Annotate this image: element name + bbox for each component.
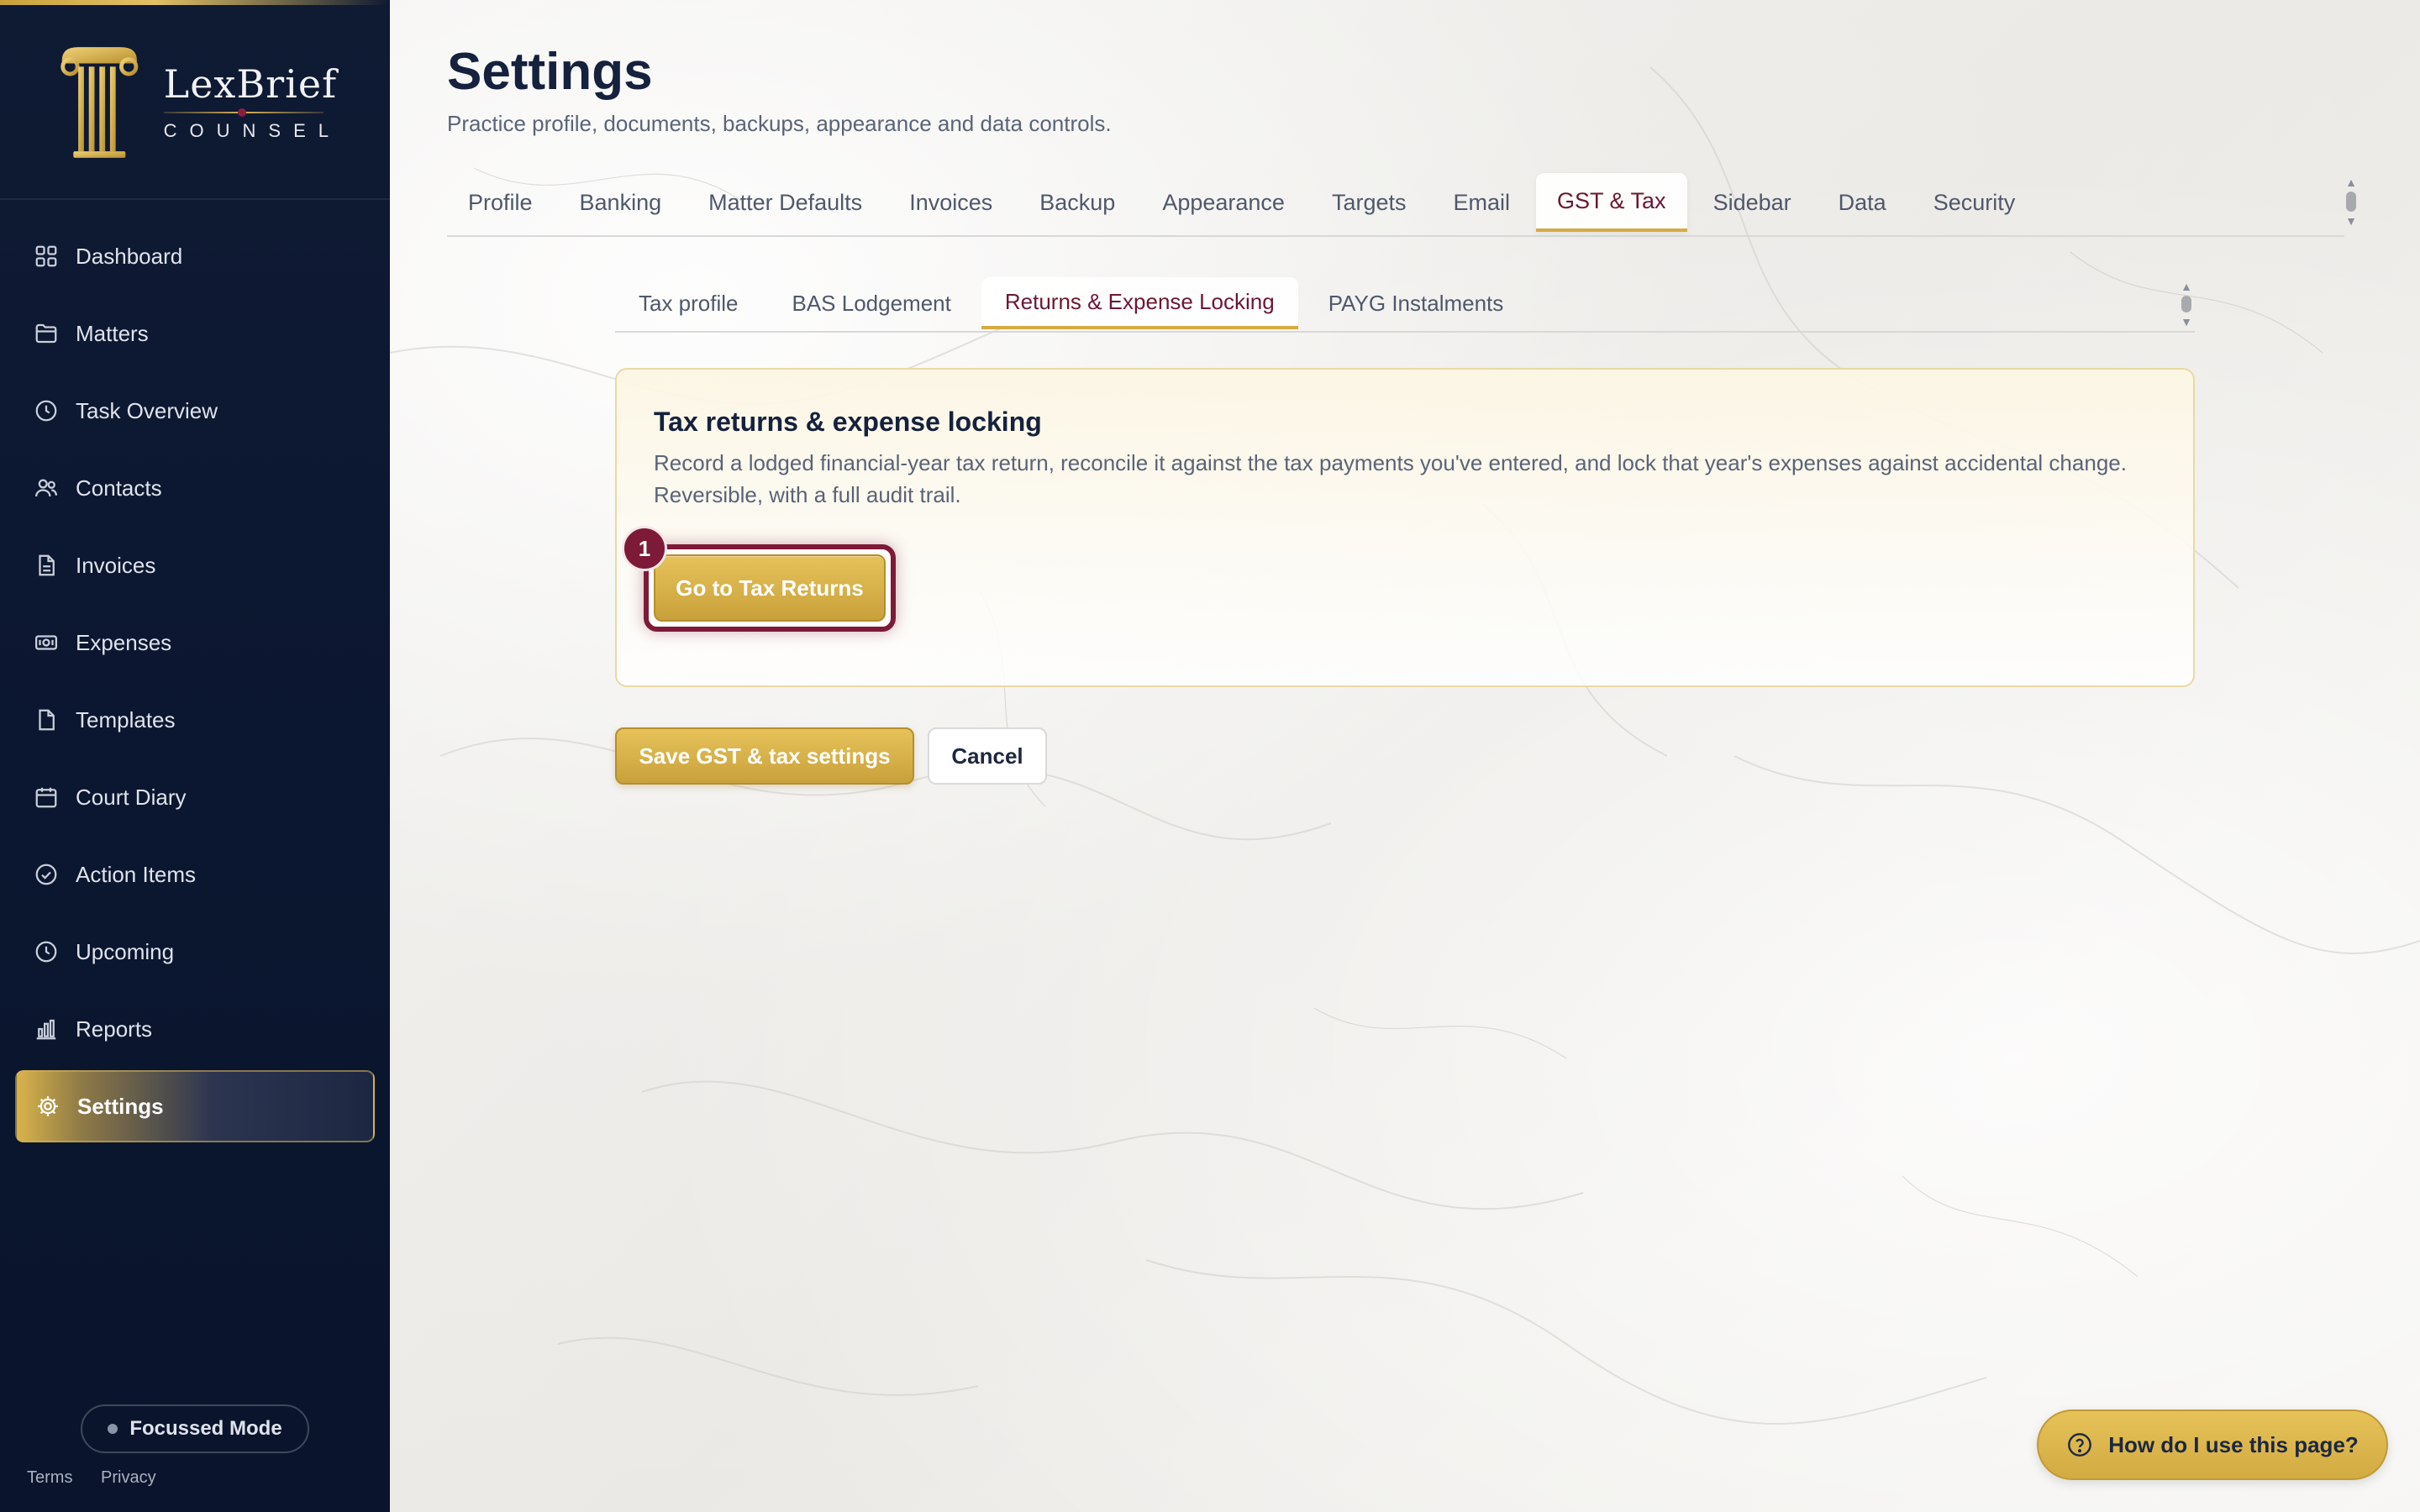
tab-profile[interactable]: Profile — [447, 173, 554, 232]
focus-mode-toggle[interactable]: Focussed Mode — [81, 1404, 309, 1453]
sidebar-item-templates[interactable]: Templates — [15, 684, 375, 756]
tab-targets[interactable]: Targets — [1311, 173, 1428, 232]
subtab-payg-instalments[interactable]: PAYG Instalments — [1305, 277, 1528, 329]
sidebar-item-matters[interactable]: Matters — [15, 297, 375, 370]
subtabs-scrollbar[interactable]: ▲ ▼ — [2180, 281, 2193, 328]
brand-name: LexBrief — [163, 61, 338, 107]
sidebar-footer: Terms Privacy — [27, 1468, 180, 1488]
tab-gst-tax[interactable]: GST & Tax — [1536, 173, 1687, 232]
sidebar-item-label: Action Items — [76, 861, 197, 887]
sidebar-item-invoices[interactable]: Invoices — [15, 529, 375, 601]
brand-logo[interactable]: LexBrief COUNSEL — [55, 40, 341, 163]
sidebar-item-upcoming[interactable]: Upcoming — [15, 916, 375, 988]
main-content: Settings Practice profile, documents, ba… — [390, 0, 2420, 1512]
sidebar-item-action-items[interactable]: Action Items — [15, 838, 375, 911]
check-circle-icon — [35, 864, 57, 885]
tab-appearance[interactable]: Appearance — [1141, 173, 1306, 232]
tab-invoices[interactable]: Invoices — [888, 173, 1013, 232]
banknote-icon — [35, 635, 57, 650]
sidebar-item-label: Templates — [76, 706, 176, 732]
sidebar-item-label: Task Overview — [76, 397, 218, 423]
card-description: Record a lodged financial-year tax retur… — [654, 450, 2127, 507]
cancel-button[interactable]: Cancel — [928, 727, 1047, 785]
sidebar-item-label: Matters — [76, 320, 149, 346]
sidebar: LexBrief COUNSEL Dashboard Matters Task … — [0, 0, 390, 1512]
scroll-down-icon[interactable]: ▼ — [2181, 316, 2192, 328]
scroll-thumb[interactable] — [2181, 296, 2191, 312]
tab-backup[interactable]: Backup — [1018, 173, 1136, 232]
subtab-bas-lodgement[interactable]: BAS Lodgement — [769, 277, 975, 329]
sidebar-item-dashboard[interactable]: Dashboard — [15, 220, 375, 292]
page-title: Settings — [447, 43, 653, 101]
sidebar-item-label: Expenses — [76, 629, 172, 655]
sidebar-item-label: Invoices — [76, 552, 156, 578]
file-text-icon — [39, 554, 55, 576]
help-label: How do I use this page? — [2108, 1431, 2359, 1457]
tab-banking[interactable]: Banking — [559, 173, 683, 232]
gst-subtabs: Tax profile BAS Lodgement Returns & Expe… — [615, 277, 2195, 333]
sidebar-divider — [0, 198, 390, 200]
tax-returns-card: Tax returns & expense locking Record a l… — [615, 368, 2195, 687]
tab-data[interactable]: Data — [1818, 173, 1907, 232]
sidebar-item-label: Reports — [76, 1016, 153, 1042]
sidebar-item-contacts[interactable]: Contacts — [15, 452, 375, 524]
highlight-ring: Go to Tax Returns — [644, 544, 896, 632]
sidebar-item-expenses[interactable]: Expenses — [15, 606, 375, 679]
tab-email[interactable]: Email — [1432, 173, 1531, 232]
sidebar-item-label: Upcoming — [76, 938, 175, 964]
card-title: Tax returns & expense locking — [654, 407, 1042, 437]
tab-sidebar[interactable]: Sidebar — [1692, 173, 1812, 232]
folder-icon — [35, 323, 57, 344]
tab-security[interactable]: Security — [1912, 173, 2037, 232]
sidebar-item-court-diary[interactable]: Court Diary — [15, 761, 375, 833]
sidebar-accent-line — [0, 0, 390, 5]
focus-mode-label: Focussed Mode — [129, 1417, 282, 1440]
file-icon — [39, 709, 55, 731]
brand-subtitle: COUNSEL — [163, 120, 341, 141]
scroll-down-icon[interactable]: ▼ — [2345, 215, 2357, 227]
brand-divider — [163, 108, 324, 117]
tabs-scrollbar[interactable]: ▲ ▼ — [2344, 176, 2358, 227]
sidebar-item-label: Settings — [77, 1093, 164, 1119]
settings-tabs: Profile Banking Matter Defaults Invoices… — [447, 173, 2344, 237]
users-icon — [35, 479, 57, 497]
clock-icon — [35, 941, 57, 963]
clock-icon — [35, 400, 57, 422]
sidebar-item-label: Dashboard — [76, 243, 183, 269]
sidebar-item-task-overview[interactable]: Task Overview — [15, 375, 375, 447]
gear-icon — [38, 1096, 58, 1116]
step-badge: 1 — [622, 526, 667, 571]
subtab-tax-profile[interactable]: Tax profile — [615, 277, 762, 329]
grid-icon — [35, 245, 57, 267]
help-button[interactable]: How do I use this page? — [2037, 1410, 2388, 1480]
go-to-tax-returns-button[interactable]: Go to Tax Returns — [654, 554, 886, 622]
sidebar-item-label: Contacts — [76, 475, 162, 501]
scroll-up-icon[interactable]: ▲ — [2181, 281, 2192, 292]
sidebar-nav: Dashboard Matters Task Overview Contacts… — [15, 220, 375, 1147]
privacy-link[interactable]: Privacy — [101, 1468, 156, 1487]
bar-chart-icon — [36, 1019, 56, 1040]
status-dot-icon — [108, 1424, 118, 1434]
tab-matter-defaults[interactable]: Matter Defaults — [687, 173, 883, 232]
terms-link[interactable]: Terms — [27, 1468, 72, 1487]
page-subtitle: Practice profile, documents, backups, ap… — [447, 111, 1112, 136]
save-gst-tax-button[interactable]: Save GST & tax settings — [615, 727, 914, 785]
sidebar-item-settings[interactable]: Settings — [15, 1070, 375, 1142]
sidebar-item-reports[interactable]: Reports — [15, 993, 375, 1065]
pillar-logo-icon — [60, 47, 139, 158]
subtab-returns-expense-locking[interactable]: Returns & Expense Locking — [981, 277, 1298, 329]
calendar-icon — [35, 787, 57, 808]
question-circle-icon — [2068, 1433, 2092, 1457]
sidebar-item-label: Court Diary — [76, 784, 187, 810]
scroll-thumb[interactable] — [2346, 192, 2356, 212]
scroll-up-icon[interactable]: ▲ — [2345, 176, 2357, 188]
